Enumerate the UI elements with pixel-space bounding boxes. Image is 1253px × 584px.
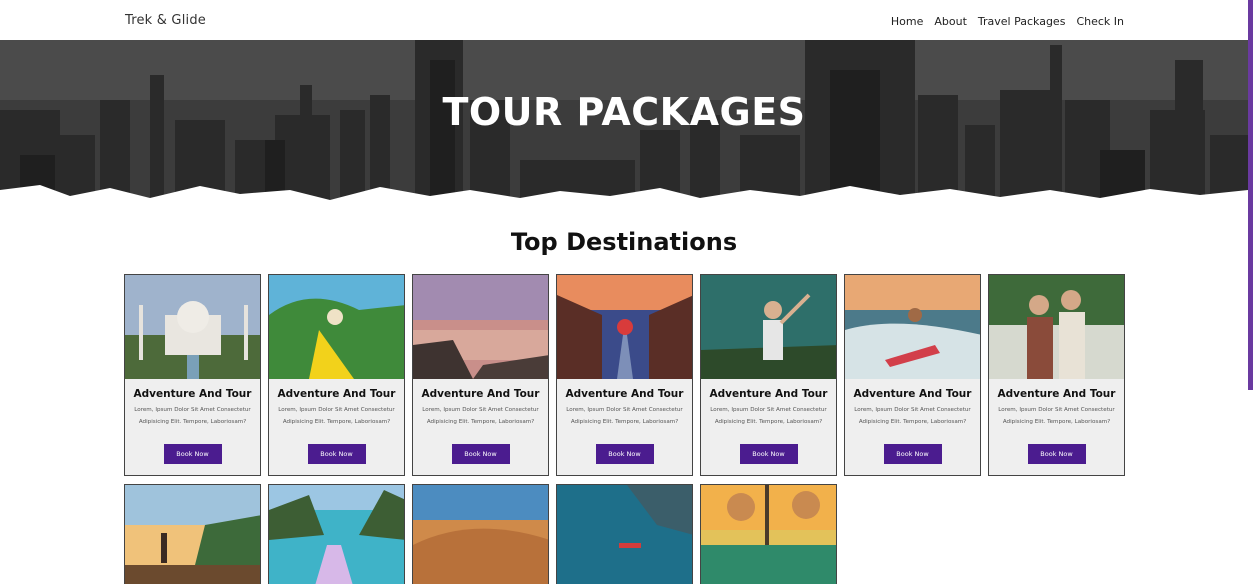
brand-logo[interactable]: Trek & Glide: [125, 13, 206, 28]
surfer-photo: [845, 275, 980, 379]
card-title: Adventure And Tour: [133, 388, 252, 400]
destination-card: [700, 484, 837, 584]
hero-banner: TOUR PACKAGES: [0, 40, 1248, 204]
destination-card: [268, 484, 405, 584]
section-title: Top Destinations: [510, 228, 738, 256]
island-traveler-photo: [269, 275, 404, 379]
resort-pool-photo: [701, 485, 836, 584]
card-title: Adventure And Tour: [421, 388, 540, 400]
destination-card: Adventure And Tour Lorem, Ipsum Dolor Si…: [268, 274, 405, 476]
card-title: Adventure And Tour: [997, 388, 1116, 400]
destination-card: Adventure And Tour Lorem, Ipsum Dolor Si…: [700, 274, 837, 476]
navbar: Trek & Glide Home About Travel Packages …: [0, 0, 1248, 40]
destination-card: Adventure And Tour Lorem, Ipsum Dolor Si…: [124, 274, 261, 476]
card-title: Adventure And Tour: [709, 388, 828, 400]
destination-card: Adventure And Tour Lorem, Ipsum Dolor Si…: [988, 274, 1125, 476]
card-description: Lorem, Ipsum Dolor Sit Amet Consectetur …: [134, 407, 251, 425]
destination-card: Adventure And Tour Lorem, Ipsum Dolor Si…: [844, 274, 981, 476]
destination-card: Adventure And Tour Lorem, Ipsum Dolor Si…: [412, 274, 549, 476]
kyoto-street-photo: [557, 275, 692, 379]
card-description: Lorem, Ipsum Dolor Sit Amet Consectetur …: [278, 407, 395, 425]
destination-card: Adventure And Tour Lorem, Ipsum Dolor Si…: [556, 274, 693, 476]
card-title: Adventure And Tour: [277, 388, 396, 400]
couple-selfie-photo: [989, 275, 1124, 379]
boat-lagoon-photo: [269, 485, 404, 584]
card-description: Lorem, Ipsum Dolor Sit Amet Consectetur …: [998, 407, 1115, 425]
book-now-button[interactable]: Book Now: [883, 444, 942, 464]
happy-traveler-photo: [701, 275, 836, 379]
book-now-button[interactable]: Book Now: [163, 444, 222, 464]
nav-home[interactable]: Home: [891, 15, 923, 28]
book-now-button[interactable]: Book Now: [595, 444, 654, 464]
nav-check-in[interactable]: Check In: [1076, 15, 1124, 28]
destination-card: [556, 484, 693, 584]
book-now-button[interactable]: Book Now: [1027, 444, 1086, 464]
taj-mahal-photo: [125, 275, 260, 379]
book-now-button[interactable]: Book Now: [451, 444, 510, 464]
card-description: Lorem, Ipsum Dolor Sit Amet Consectetur …: [854, 407, 971, 425]
hero-title: TOUR PACKAGES: [442, 90, 806, 134]
card-description: Lorem, Ipsum Dolor Sit Amet Consectetur …: [710, 407, 827, 425]
destination-card: [124, 484, 261, 584]
nav-about[interactable]: About: [934, 15, 967, 28]
card-description: Lorem, Ipsum Dolor Sit Amet Consectetur …: [566, 407, 683, 425]
nav-links: Home About Travel Packages Check In: [891, 15, 1124, 28]
book-now-button[interactable]: Book Now: [307, 444, 366, 464]
destination-card: [412, 484, 549, 584]
card-title: Adventure And Tour: [853, 388, 972, 400]
book-now-button[interactable]: Book Now: [739, 444, 798, 464]
beach-sunset-photo: [125, 485, 260, 584]
kayak-ocean-photo: [557, 485, 692, 584]
nav-travel-packages[interactable]: Travel Packages: [978, 15, 1066, 28]
card-title: Adventure And Tour: [565, 388, 684, 400]
card-description: Lorem, Ipsum Dolor Sit Amet Consectetur …: [422, 407, 539, 425]
scrollbar-thumb[interactable]: [1248, 0, 1253, 390]
sunset-lake-photo: [413, 275, 548, 379]
desert-dunes-photo: [413, 485, 548, 584]
